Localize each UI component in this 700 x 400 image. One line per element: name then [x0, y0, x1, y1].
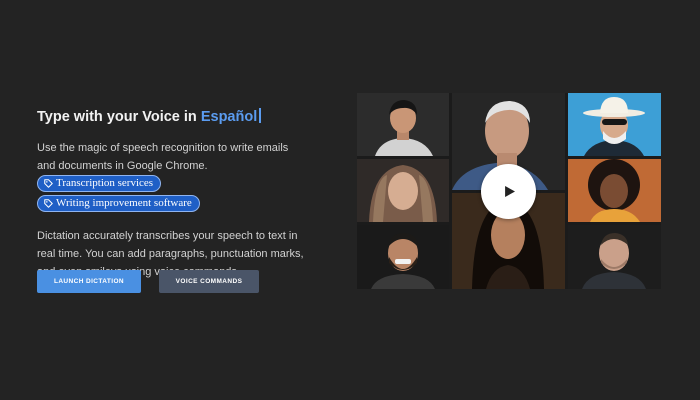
tag-icon — [44, 179, 53, 188]
portrait-young-man — [357, 93, 449, 156]
tag-icon — [44, 199, 53, 208]
play-icon — [505, 186, 515, 197]
portrait-man-stubble — [568, 225, 661, 289]
tag-transcription-services[interactable]: Transcription services — [37, 175, 162, 192]
tag-label: Transcription services — [56, 177, 154, 189]
portrait-man-cowboy-hat — [568, 93, 661, 156]
intro-text: Use the magic of speech recognition to w… — [37, 142, 289, 172]
action-buttons: LAUNCH DICTATION VOICE COMMANDS — [37, 270, 259, 293]
page-title: Type with your Voice in Español — [37, 108, 307, 125]
portrait-woman-headscarf — [357, 159, 449, 222]
voice-commands-button[interactable]: VOICE COMMANDS — [159, 270, 259, 293]
hero-text: Type with your Voice in Español Use the … — [37, 108, 307, 281]
intro-paragraph: Use the magic of speech recognition to w… — [37, 139, 307, 215]
portrait-bearded-man — [357, 225, 449, 289]
launch-dictation-button[interactable]: LAUNCH DICTATION — [37, 270, 141, 293]
portrait-woman-curly-hair — [568, 159, 661, 222]
text-cursor — [259, 108, 261, 123]
play-video-button[interactable] — [481, 164, 536, 219]
tag-writing-improvement-software[interactable]: Writing improvement software — [37, 195, 200, 212]
tag-label: Writing improvement software — [56, 197, 192, 209]
headline-prefix: Type with your Voice in — [37, 109, 201, 125]
headline-language: Español — [200, 109, 258, 125]
